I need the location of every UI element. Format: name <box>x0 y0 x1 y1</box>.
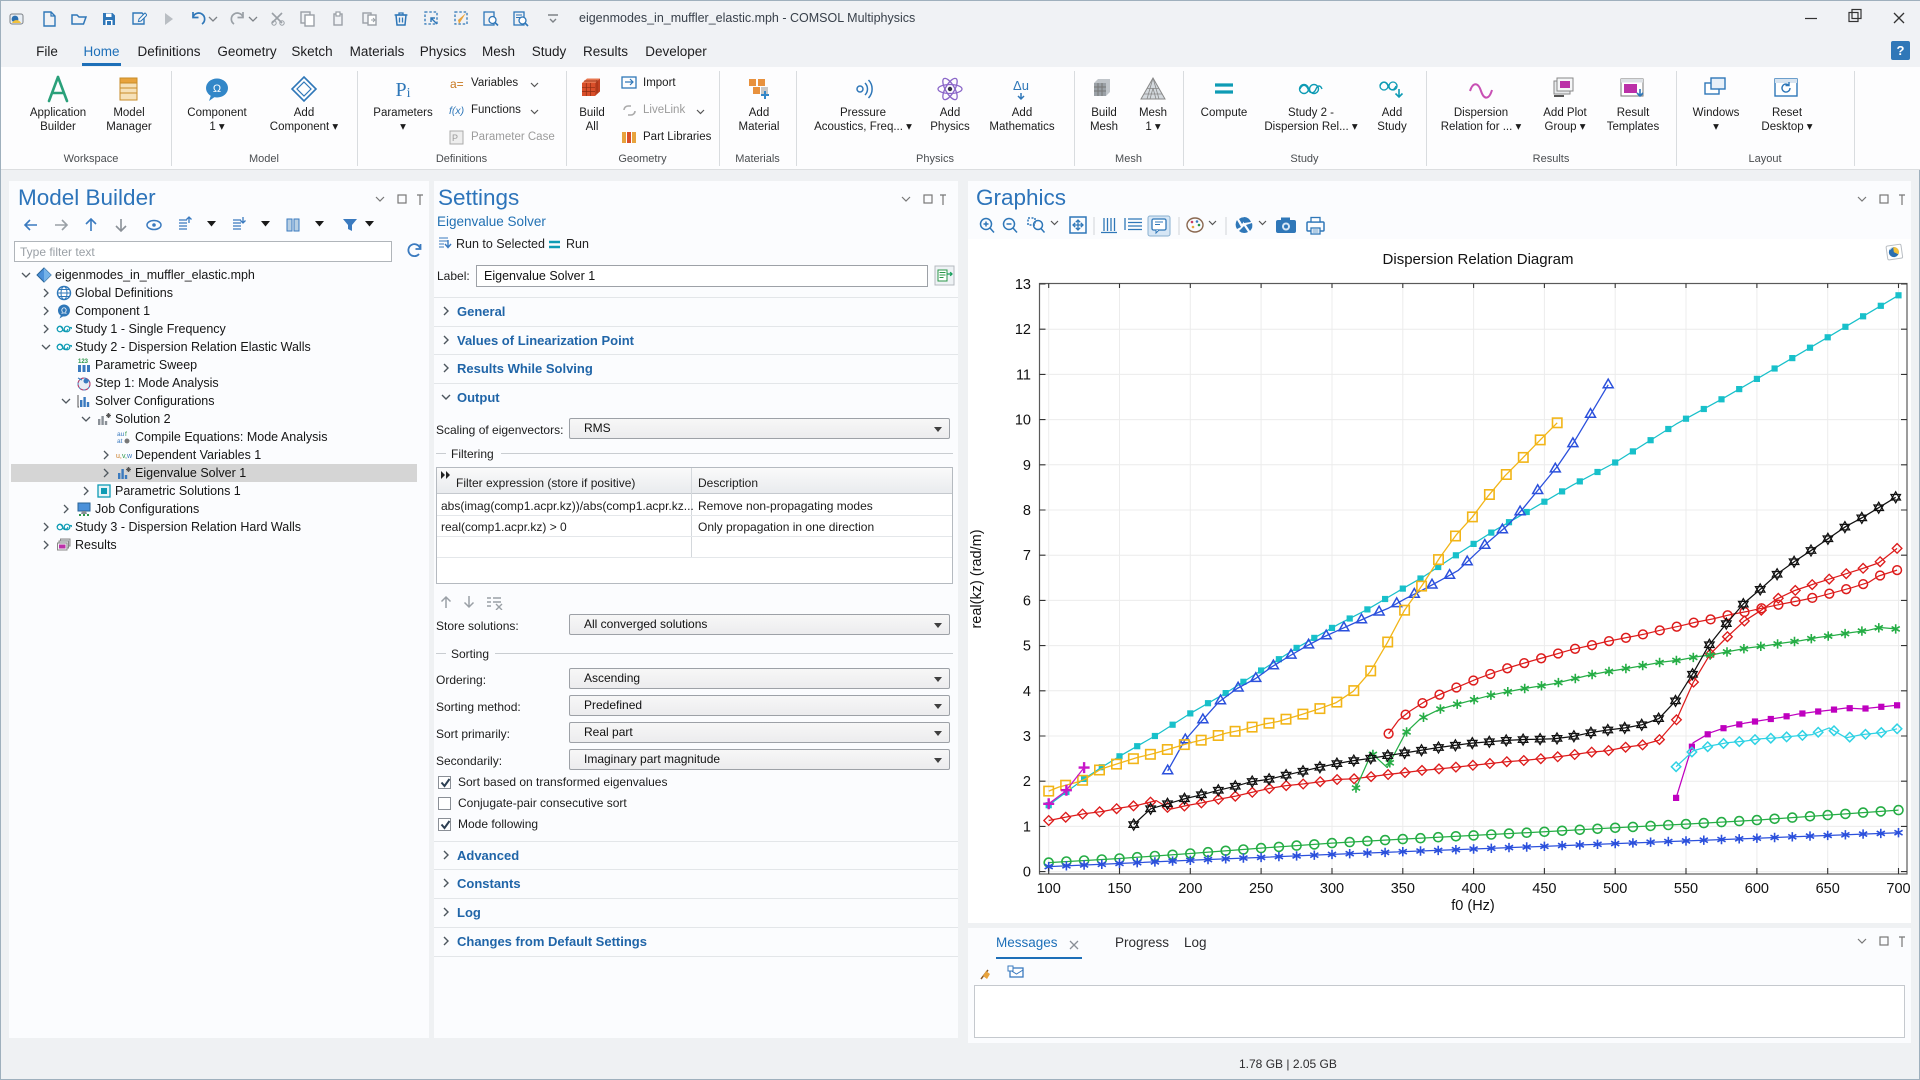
svg-text:600: 600 <box>1745 881 1769 897</box>
svg-text:au: au <box>117 431 125 438</box>
svg-text:4: 4 <box>1023 684 1031 700</box>
svg-text:5: 5 <box>1023 639 1031 655</box>
svg-text:8: 8 <box>1023 503 1031 519</box>
svg-text:Pi: Pi <box>395 79 410 101</box>
svg-text:Dispersion Relation Diagram: Dispersion Relation Diagram <box>1383 251 1574 268</box>
svg-text:real(kz) (rad/m): real(kz) (rad/m) <box>969 529 985 628</box>
svg-text:7: 7 <box>1023 548 1031 564</box>
svg-text:550: 550 <box>1674 881 1698 897</box>
svg-text:at: at <box>117 438 123 445</box>
svg-text:w: w <box>126 453 132 460</box>
svg-text:250: 250 <box>1249 881 1273 897</box>
svg-text:700: 700 <box>1886 881 1910 897</box>
svg-text:9: 9 <box>1023 458 1031 474</box>
svg-text:13: 13 <box>1015 277 1031 293</box>
svg-text:400: 400 <box>1461 881 1485 897</box>
svg-text:11: 11 <box>1016 367 1031 383</box>
svg-text:6: 6 <box>1023 593 1031 609</box>
svg-text:Δu: Δu <box>1013 78 1029 93</box>
svg-text:1: 1 <box>1023 819 1031 835</box>
svg-text:150: 150 <box>1107 881 1131 897</box>
svg-text:3: 3 <box>1023 729 1031 745</box>
svg-text:Ω: Ω <box>61 307 67 316</box>
svg-text:2: 2 <box>1023 774 1031 790</box>
svg-text:200: 200 <box>1178 881 1202 897</box>
svg-text:123: 123 <box>78 359 89 365</box>
svg-text:100: 100 <box>1037 881 1061 897</box>
svg-text:Ω: Ω <box>213 83 221 95</box>
svg-text:350: 350 <box>1391 881 1415 897</box>
svg-text:450: 450 <box>1532 881 1556 897</box>
svg-text:650: 650 <box>1816 881 1840 897</box>
svg-text:P: P <box>452 133 458 143</box>
svg-text:10: 10 <box>1015 413 1031 429</box>
svg-text:a=: a= <box>450 77 464 91</box>
svg-text:300: 300 <box>1320 881 1344 897</box>
svg-text:12: 12 <box>1015 322 1031 338</box>
svg-text:0: 0 <box>1023 865 1031 881</box>
svg-text:f0 (Hz): f0 (Hz) <box>1451 898 1495 914</box>
svg-text:f: f <box>125 431 127 438</box>
svg-text:u,: u, <box>116 453 122 460</box>
svg-text:f(x): f(x) <box>449 105 464 117</box>
svg-text:500: 500 <box>1603 881 1627 897</box>
